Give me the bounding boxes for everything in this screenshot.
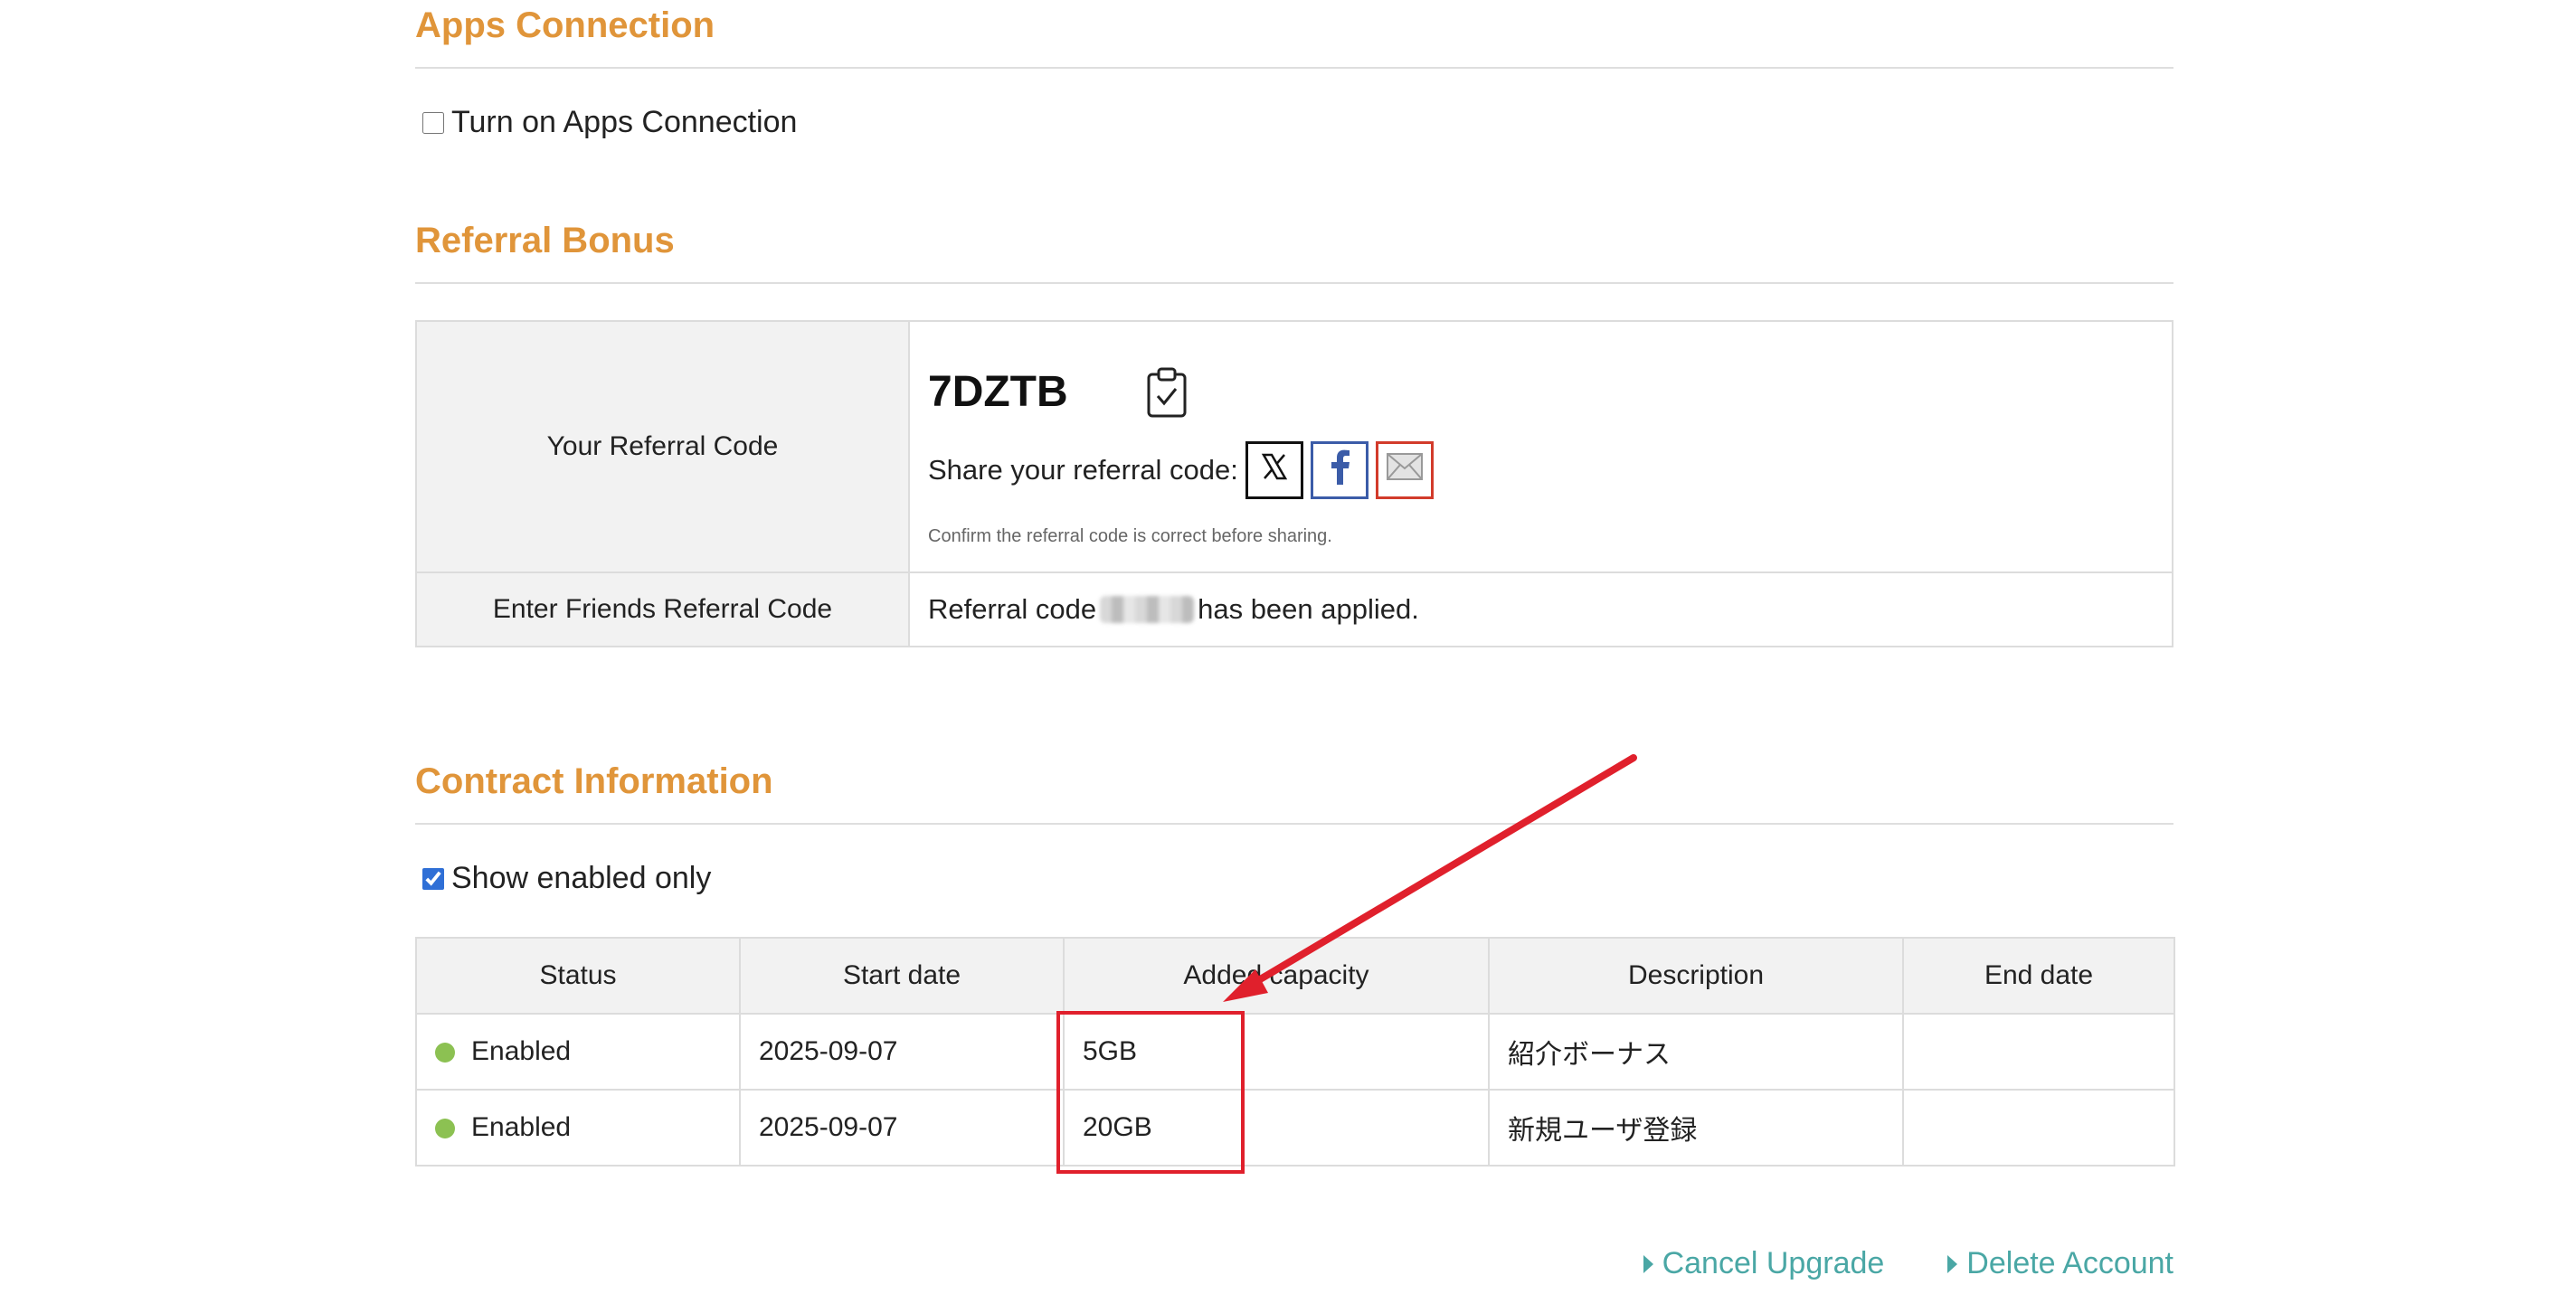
page: Apps Connection Turn on Apps Connection … [0,0,2576,1313]
annotation-arrow [1223,754,1637,1002]
